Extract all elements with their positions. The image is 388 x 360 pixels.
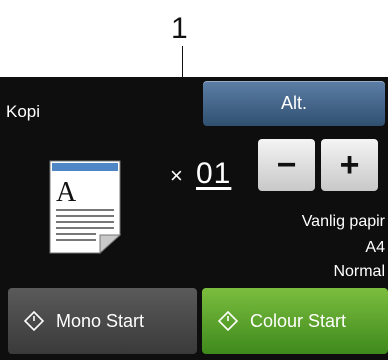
svg-text:A: A [56, 177, 77, 208]
document-icon: A [49, 160, 122, 255]
copies-multiplier: × [170, 163, 183, 188]
copies-count-value: 01 [196, 157, 232, 190]
colour-start-button[interactable]: Colour Start [202, 288, 388, 354]
screen-title: Kopi [6, 102, 41, 121]
start-diamond-icon [24, 311, 44, 331]
plus-icon: + [339, 145, 360, 184]
paper-size-label: A4 [365, 239, 385, 256]
paper-type-label: Vanlig papir [301, 213, 385, 230]
start-diamond-icon [218, 311, 238, 331]
quality-label: Normal [333, 263, 385, 280]
options-button-label: Alt. [280, 93, 307, 113]
mono-start-label: Mono Start [56, 310, 145, 331]
options-button[interactable]: Alt. [203, 81, 385, 126]
callout-number: 1 [171, 12, 188, 45]
lcd-screen: Kopi Alt. A × 01 − + Vanlig papir A4 Nor… [0, 77, 388, 360]
decrease-copies-button[interactable]: − [258, 139, 315, 191]
increase-copies-button[interactable]: + [321, 139, 378, 191]
colour-start-label: Colour Start [250, 310, 347, 331]
copies-count[interactable]: 01 [196, 157, 231, 191]
minus-icon: − [276, 145, 297, 184]
mono-start-button[interactable]: Mono Start [8, 288, 197, 354]
